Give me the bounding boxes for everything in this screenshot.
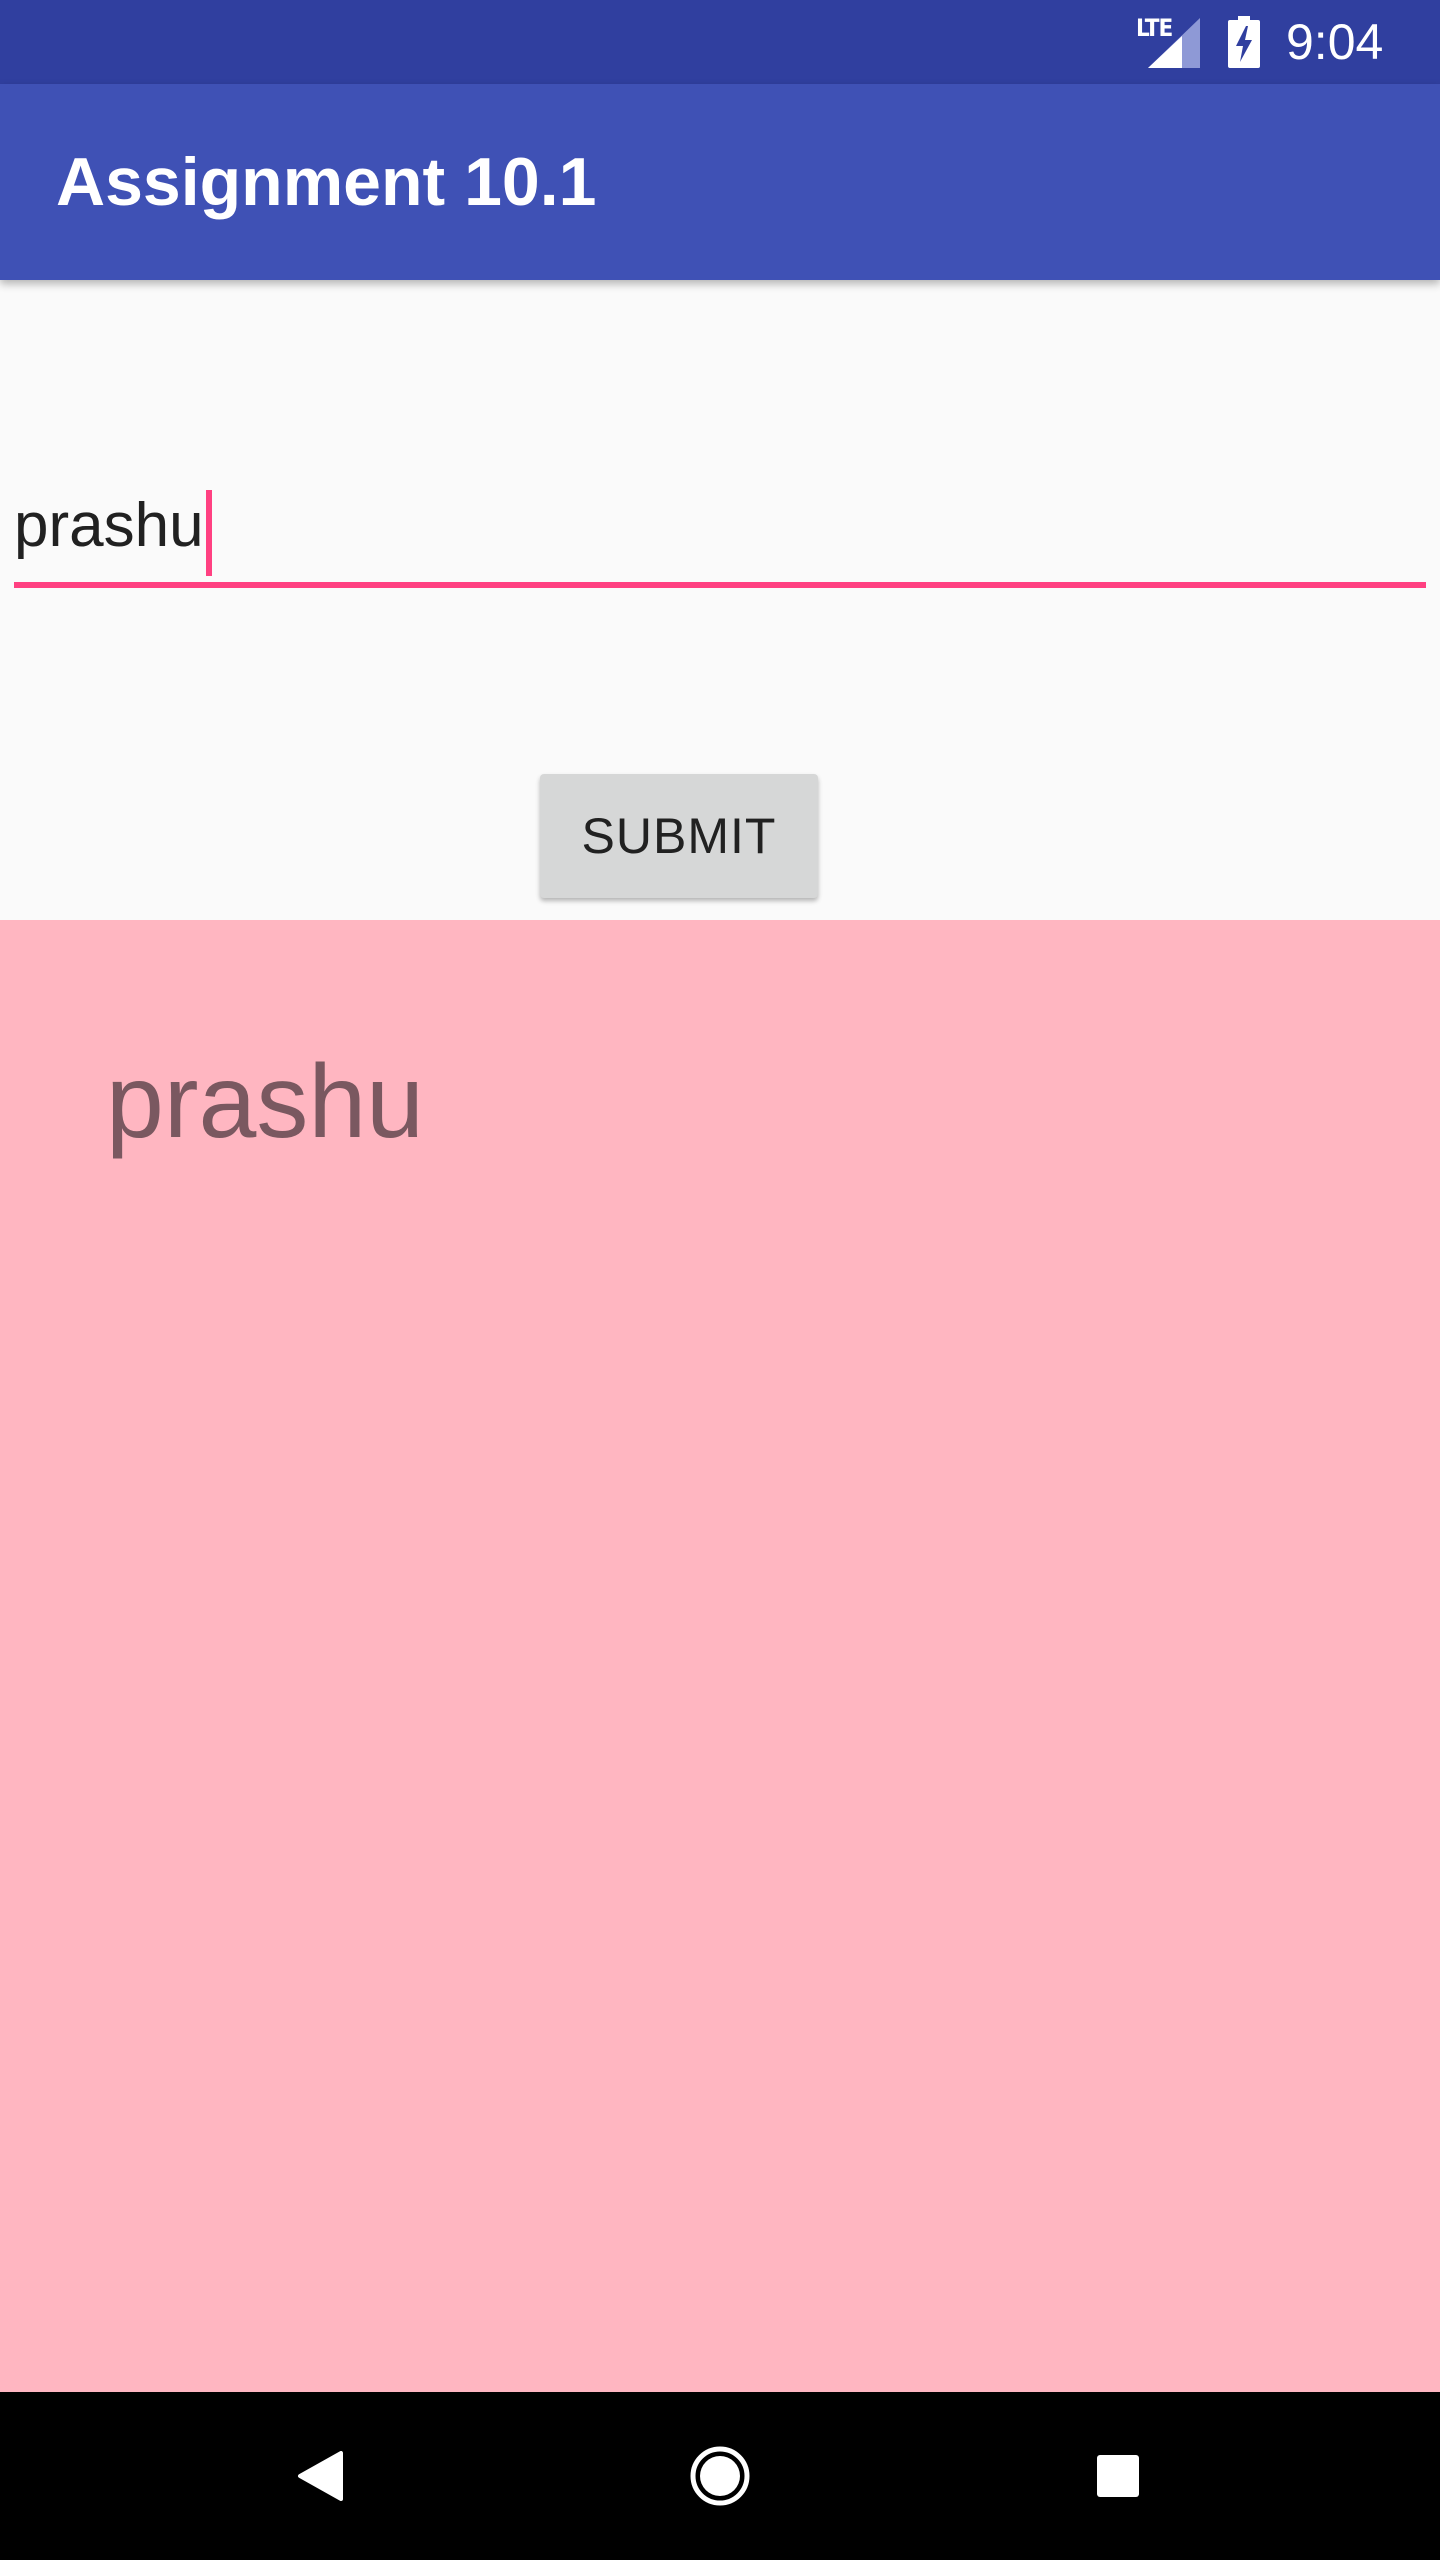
output-panel: prashu bbox=[0, 920, 1440, 2392]
home-button[interactable] bbox=[670, 2426, 770, 2526]
status-time: 9:04 bbox=[1286, 14, 1384, 70]
lte-signal-icon bbox=[1148, 18, 1200, 68]
page-title: Assignment 10.1 bbox=[56, 144, 597, 220]
navigation-bar bbox=[0, 2392, 1440, 2560]
name-input[interactable] bbox=[14, 470, 1426, 580]
text-field[interactable] bbox=[14, 470, 1426, 590]
home-icon bbox=[690, 2446, 750, 2506]
app-bar: Assignment 10.1 bbox=[0, 84, 1440, 280]
status-bar: LTE 9:04 bbox=[0, 0, 1440, 84]
input-underline bbox=[14, 582, 1426, 588]
screen: LTE 9:04 Assignment 10.1 SUBMIT prashu bbox=[0, 0, 1440, 2560]
recents-icon bbox=[1097, 2455, 1139, 2497]
output-text: prashu bbox=[106, 1044, 424, 1160]
back-icon bbox=[298, 2451, 343, 2501]
submit-button[interactable]: SUBMIT bbox=[540, 774, 818, 898]
battery-charging-icon bbox=[1228, 16, 1260, 68]
back-button[interactable] bbox=[270, 2426, 370, 2526]
text-cursor bbox=[206, 490, 212, 576]
recents-button[interactable] bbox=[1068, 2426, 1168, 2526]
